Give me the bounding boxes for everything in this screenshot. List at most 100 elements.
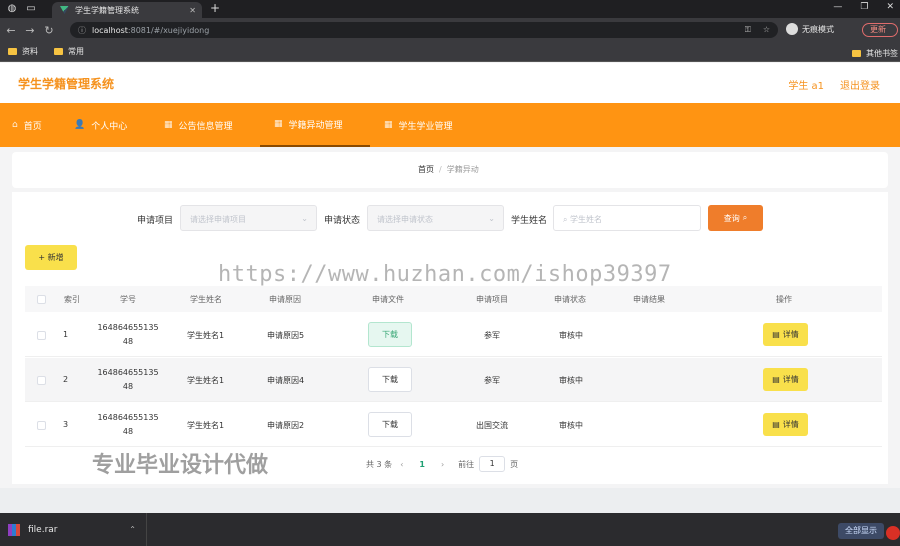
cell-reason: 申请原因4 — [267, 376, 305, 385]
grid-icon: ▦ — [384, 120, 393, 130]
browser-tab-strip: ◍ ▭ 学生学籍管理系统 ✕ + — ❐ ✕ — [0, 0, 900, 18]
table-header: 索引 学号 学生姓名 申请原因 申请文件 申请项目 申请状态 申请结果 操作 — [25, 286, 882, 312]
student-no-line-1: 164864655135 — [97, 368, 159, 377]
select-all-checkbox[interactable] — [37, 295, 46, 304]
name-label: 学生姓名 — [511, 216, 548, 226]
browser-tab[interactable]: 学生学籍管理系统 ✕ — [52, 2, 202, 18]
key-icon[interactable]: ⚿ — [745, 25, 751, 35]
chevron-up-icon[interactable]: ⌃ — [129, 525, 136, 534]
download-filename: file.rar — [28, 524, 58, 535]
close-window-icon[interactable]: ✕ — [886, 2, 894, 12]
star-icon[interactable]: ☆ — [763, 25, 770, 35]
cell-status: 审核中 — [559, 331, 583, 340]
total-count: 共 3 条 — [366, 459, 393, 469]
cell-project: 出国交流 — [476, 421, 508, 430]
detail-label: 详情 — [782, 375, 799, 384]
status-placeholder: 请选择申请状态 — [377, 215, 433, 224]
incognito-indicator[interactable]: 无痕模式 — [786, 23, 834, 35]
bookmark-folder-1[interactable]: 资料 — [8, 46, 38, 57]
current-user[interactable]: 学生 a1 — [788, 77, 824, 92]
nav-label: 学籍异动管理 — [288, 120, 343, 131]
nav-item-status-change[interactable]: ▦ 学籍异动管理 — [260, 103, 370, 147]
globe-icon[interactable]: ◍ — [5, 2, 19, 16]
row-checkbox[interactable] — [37, 421, 46, 430]
restore-icon[interactable]: ❐ — [860, 2, 868, 12]
search-icon: ⌕ — [742, 213, 748, 222]
incognito-label: 无痕模式 — [802, 24, 834, 34]
project-select[interactable]: 请选择申请项目 ⌄ — [180, 205, 317, 231]
row-checkbox[interactable] — [37, 376, 46, 385]
query-button[interactable]: 查询 ⌕ — [708, 205, 763, 231]
breadcrumb-container: 首页 / 学籍异动 — [12, 152, 888, 188]
student-no-line-1: 164864655135 — [97, 413, 159, 422]
table-row[interactable]: 1 164864655135 48 学生姓名1 申请原因5 下载 参军 审核中 ▤… — [25, 313, 882, 357]
app-header: 学生学籍管理系统 学生 a1 退出登录 — [0, 63, 900, 103]
url-bar[interactable]: ⓘ localhost:8081/#/xuejiyidong ⚿ ☆ — [70, 22, 778, 38]
project-placeholder: 请选择申请项目 — [190, 215, 246, 224]
nav-item-home[interactable]: ⌂ 首页 — [12, 103, 42, 147]
download-button[interactable]: 下载 — [368, 322, 412, 347]
nav-item-notices[interactable]: ▦ 公告信息管理 — [164, 103, 233, 147]
show-all-button[interactable]: 全部显示 — [838, 523, 884, 539]
detail-button[interactable]: ▤ 详情 — [763, 323, 808, 346]
detail-icon: ▤ — [772, 420, 780, 429]
other-bookmarks[interactable]: 其他书签 — [852, 48, 898, 59]
watermark-text: 专业毕业设计代做 — [92, 453, 269, 478]
forward-icon[interactable]: → — [22, 24, 38, 37]
add-button[interactable]: + 新增 — [25, 245, 77, 270]
row-checkbox[interactable] — [37, 331, 46, 340]
bookmark-folder-2[interactable]: 常用 — [54, 46, 84, 57]
site-info-icon[interactable]: ⓘ — [78, 25, 86, 36]
incognito-icon — [786, 23, 798, 35]
status-select[interactable]: 请选择申请状态 ⌄ — [367, 205, 504, 231]
main-nav: ⌂ 首页 👤 个人中心 ▦ 公告信息管理 ▦ 学籍异动管理 ▦ 学生学业管理 — [0, 103, 900, 147]
close-download-bar-icon[interactable] — [886, 526, 900, 540]
download-button[interactable]: 下载 — [368, 367, 412, 392]
detail-icon: ▤ — [772, 330, 780, 339]
download-button[interactable]: 下载 — [368, 412, 412, 437]
table-row[interactable]: 2 164864655135 48 学生姓名1 申请原因4 下载 参军 审核中 ▤… — [25, 358, 882, 402]
breadcrumb-separator: / — [439, 165, 442, 174]
logout-link[interactable]: 退出登录 — [840, 77, 880, 92]
nav-label: 公告信息管理 — [178, 121, 233, 132]
cell-name: 学生姓名1 — [187, 331, 225, 340]
current-page[interactable]: 1 — [419, 460, 425, 469]
download-bar: file.rar ⌃ 全部显示 — [0, 513, 900, 546]
col-index: 索引 — [64, 295, 80, 304]
table-row[interactable]: 3 164864655135 48 学生姓名1 申请原因2 下载 出国交流 审核中… — [25, 403, 882, 447]
prev-page-icon[interactable]: ‹ — [400, 460, 403, 469]
detail-button[interactable]: ▤ 详情 — [763, 368, 808, 391]
new-tab-icon[interactable]: + — [210, 1, 220, 15]
goto-page-input[interactable]: 1 — [479, 456, 506, 472]
detail-label: 详情 — [782, 330, 799, 339]
watermark-url: https://www.huzhan.com/ishop39397 — [218, 262, 672, 287]
next-page-icon[interactable]: › — [441, 460, 444, 469]
student-no-line-2: 48 — [122, 427, 134, 436]
update-button[interactable]: 更新 — [862, 23, 898, 37]
goto-prefix: 前往 — [458, 459, 475, 469]
nav-item-academics[interactable]: ▦ 学生学业管理 — [384, 103, 453, 147]
student-no-line-1: 164864655135 — [97, 323, 159, 332]
cell-student-no: 164864655135 48 — [93, 321, 163, 349]
reload-icon[interactable]: ↻ — [41, 24, 57, 37]
home-icon: ⌂ — [12, 120, 18, 130]
close-tab-icon[interactable]: ✕ — [189, 6, 196, 15]
cell-index: 2 — [63, 375, 69, 384]
col-student-no: 学号 — [120, 295, 136, 304]
bookmark-label: 常用 — [68, 47, 84, 56]
col-actions: 操作 — [776, 295, 792, 304]
window-controls: — ❐ ✕ — [833, 2, 894, 12]
cell-student-no: 164864655135 48 — [93, 366, 163, 394]
search-icon: ⌕ — [563, 215, 571, 224]
chevron-down-icon: ⌄ — [301, 214, 308, 223]
cell-project: 参军 — [484, 376, 500, 385]
detail-button[interactable]: ▤ 详情 — [763, 413, 808, 436]
breadcrumb-home[interactable]: 首页 — [418, 165, 434, 174]
tab-search-icon[interactable]: ▭ — [24, 2, 38, 16]
name-search-input[interactable]: ⌕ 学生姓名 — [553, 205, 701, 231]
back-icon[interactable]: ← — [3, 24, 19, 37]
nav-item-profile[interactable]: 👤 个人中心 — [74, 103, 127, 147]
download-item[interactable]: file.rar ⌃ — [0, 513, 147, 546]
vue-logo-icon — [60, 6, 69, 14]
minimize-icon[interactable]: — — [833, 2, 842, 12]
